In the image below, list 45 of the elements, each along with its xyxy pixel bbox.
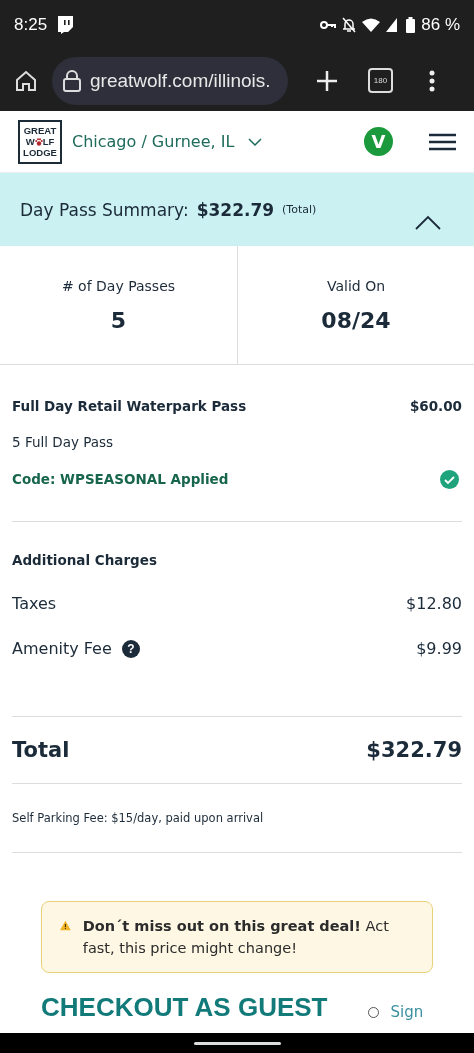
charge-amount: $9.99 — [416, 639, 462, 658]
battery-icon — [406, 17, 416, 33]
pass-name: Full Day Retail Waterpark Pass — [12, 397, 247, 414]
info-icon[interactable]: ? — [121, 639, 140, 658]
chevron-down-icon — [248, 137, 263, 146]
section-title: Additional Charges — [12, 552, 158, 568]
home-icon[interactable] — [14, 68, 38, 93]
tab-switcher-button[interactable]: 180 — [368, 68, 393, 93]
lock-icon — [62, 69, 82, 92]
stat-value: 5 — [110, 307, 127, 333]
pass-price: $60.00 — [409, 397, 462, 414]
bell-off-icon — [342, 17, 357, 33]
app-notification-icon — [57, 16, 75, 34]
pass-quantity: 5 Full Day Pass — [12, 433, 114, 450]
summary-note: (Total) — [282, 203, 317, 216]
chevron-up-icon[interactable] — [414, 214, 442, 231]
charge-label: Amenity Fee — [12, 639, 112, 658]
stat-value: 08/24 — [321, 307, 391, 333]
sign-in-option[interactable]: Sign — [367, 1003, 424, 1021]
stat-label: Valid On — [326, 277, 386, 294]
logo[interactable]: GREAT W LF LODGE — [18, 119, 62, 164]
home-indicator[interactable] — [193, 1041, 281, 1045]
charge-amount: $12.80 — [406, 594, 462, 613]
total-label: Total — [12, 738, 70, 762]
total-amount: $322.79 — [366, 738, 462, 762]
charge-label: Taxes — [12, 594, 57, 613]
location-dropdown[interactable]: Chicago / Gurnee, IL — [72, 132, 263, 151]
address-bar[interactable]: greatwolf.com/illinois. — [52, 56, 288, 105]
wifi-icon — [362, 18, 381, 32]
key-icon — [320, 20, 337, 30]
paw-icon — [34, 137, 43, 146]
status-time: 8:25 — [14, 15, 48, 35]
menu-icon[interactable] — [429, 132, 456, 151]
summary-total: $322.79 — [196, 199, 275, 220]
promo-code: Code: WPSEASONAL Applied — [12, 471, 229, 487]
new-tab-icon[interactable] — [316, 69, 338, 92]
user-avatar[interactable]: V — [364, 127, 393, 156]
warning-icon — [60, 918, 71, 933]
checkout-heading: CHECKOUT AS GUEST — [41, 993, 328, 1021]
stat-label: # of Day Passes — [61, 277, 176, 294]
battery-percentage: 86 % — [421, 15, 460, 35]
summary-label: Day Pass Summary: — [20, 199, 189, 220]
alert-message: Don´t miss out on this great deal! Act fast, this price might change! — [82, 917, 390, 958]
menu-dots-icon[interactable] — [429, 69, 435, 92]
parking-note: Self Parking Fee: $15/day, paid upon arrival — [12, 811, 264, 825]
